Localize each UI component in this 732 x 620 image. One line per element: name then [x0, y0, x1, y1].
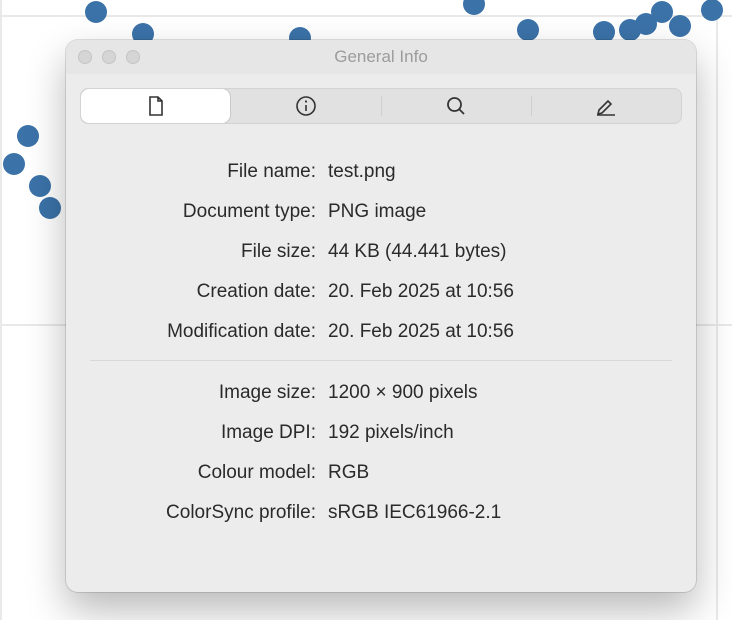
value-modification-date: 20. Feb 2025 at 10:56 [322, 312, 672, 352]
value-file-size: 44 KB (44.441 bytes) [322, 232, 672, 272]
value-image-dpi: 192 pixels/inch [322, 413, 672, 453]
label-creation-date: Creation date: [90, 272, 322, 312]
file-icon [146, 95, 166, 117]
label-file-name: File name: [90, 152, 322, 192]
titlebar[interactable]: General Info [66, 40, 696, 74]
label-image-size: Image size: [90, 373, 322, 413]
tab-edit[interactable] [532, 89, 681, 123]
tab-search[interactable] [382, 89, 531, 123]
value-colorsync-profile: sRGB IEC61966-2.1 [322, 493, 672, 533]
label-file-size: File size: [90, 232, 322, 272]
image-info-table: Image size: 1200 × 900 pixels Image DPI:… [90, 373, 672, 533]
row-image-dpi: Image DPI: 192 pixels/inch [90, 413, 672, 453]
label-colorsync-profile: ColorSync profile: [90, 493, 322, 533]
close-window-button[interactable] [78, 50, 92, 64]
value-image-size: 1200 × 900 pixels [322, 373, 672, 413]
label-document-type: Document type: [90, 192, 322, 232]
window-title: General Info [66, 47, 696, 67]
minimize-window-button[interactable] [102, 50, 116, 64]
row-modification-date: Modification date: 20. Feb 2025 at 10:56 [90, 312, 672, 352]
segmented-control [80, 88, 682, 124]
value-document-type: PNG image [322, 192, 672, 232]
label-modification-date: Modification date: [90, 312, 322, 352]
traffic-lights [78, 50, 140, 64]
row-image-size: Image size: 1200 × 900 pixels [90, 373, 672, 413]
info-body: File name: test.png Document type: PNG i… [66, 124, 696, 553]
value-creation-date: 20. Feb 2025 at 10:56 [322, 272, 672, 312]
label-image-dpi: Image DPI: [90, 413, 322, 453]
row-document-type: Document type: PNG image [90, 192, 672, 232]
tab-info[interactable] [231, 89, 380, 123]
row-colour-model: Colour model: RGB [90, 453, 672, 493]
file-info-table: File name: test.png Document type: PNG i… [90, 152, 672, 352]
label-colour-model: Colour model: [90, 453, 322, 493]
section-divider [90, 360, 672, 361]
info-window: General Info [66, 40, 696, 592]
info-icon [295, 95, 317, 117]
value-file-name: test.png [322, 152, 672, 192]
pencil-icon [594, 95, 618, 117]
value-colour-model: RGB [322, 453, 672, 493]
search-icon [445, 95, 467, 117]
row-colorsync-profile: ColorSync profile: sRGB IEC61966-2.1 [90, 493, 672, 533]
tab-file[interactable] [81, 89, 230, 123]
row-file-name: File name: test.png [90, 152, 672, 192]
row-creation-date: Creation date: 20. Feb 2025 at 10:56 [90, 272, 672, 312]
toolbar [66, 74, 696, 124]
row-file-size: File size: 44 KB (44.441 bytes) [90, 232, 672, 272]
zoom-window-button[interactable] [126, 50, 140, 64]
